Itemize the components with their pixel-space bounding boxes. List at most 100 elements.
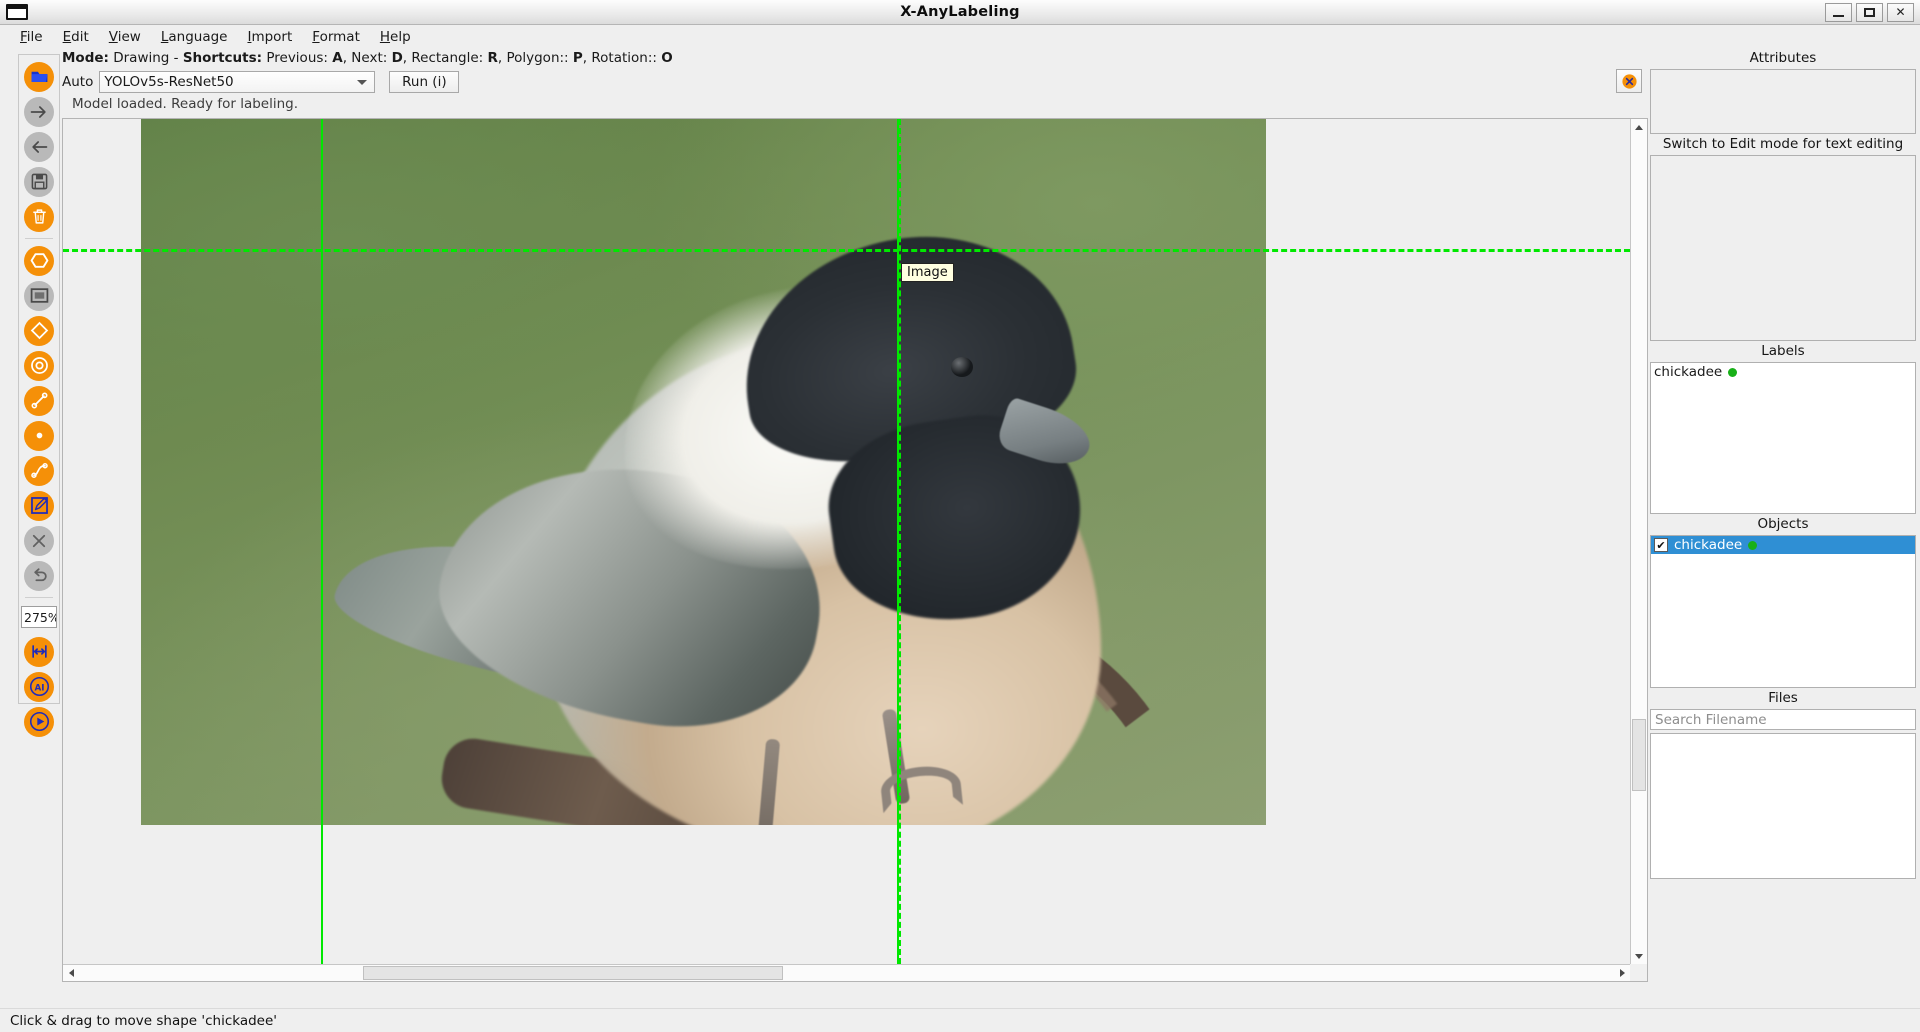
shortcut-key-poly: P bbox=[572, 50, 583, 66]
label-name: chickadee bbox=[1654, 364, 1723, 380]
menu-item-edit[interactable]: Edit bbox=[53, 26, 99, 48]
svg-text:AI: AI bbox=[34, 683, 44, 693]
shortcuts-key: Shortcuts: bbox=[182, 50, 263, 66]
shape-edge-left[interactable] bbox=[321, 119, 323, 964]
rectangle-icon[interactable] bbox=[24, 280, 54, 311]
edit-shape-icon[interactable] bbox=[24, 490, 54, 521]
vertical-scroll-thumb[interactable] bbox=[1632, 719, 1646, 791]
linestrip-icon[interactable] bbox=[24, 455, 54, 486]
canvas-container[interactable]: Image bbox=[62, 118, 1648, 982]
minimize-button[interactable] bbox=[1825, 2, 1852, 22]
run-icon[interactable] bbox=[24, 706, 54, 737]
right-panel: Attributes Switch to Edit mode for text … bbox=[1650, 48, 1916, 1006]
delete-icon[interactable] bbox=[24, 201, 54, 232]
fit-width-icon[interactable] bbox=[24, 636, 54, 667]
model-select-value: YOLOv5s-ResNet50 bbox=[104, 74, 234, 90]
shortcut-key-prev: A bbox=[332, 50, 343, 66]
cancel-icon[interactable] bbox=[24, 525, 54, 556]
maximize-button[interactable] bbox=[1856, 2, 1883, 22]
edit-mode-hint: Switch to Edit mode for text editing bbox=[1662, 136, 1904, 152]
shortcut-key-next: D bbox=[391, 50, 403, 66]
menu-item-file[interactable]: File bbox=[10, 26, 53, 48]
scroll-right-arrow[interactable] bbox=[1614, 965, 1630, 981]
crosshair-vertical bbox=[898, 119, 901, 964]
stop-button[interactable] bbox=[1616, 69, 1642, 93]
image-canvas[interactable] bbox=[141, 119, 1266, 825]
table-row[interactable]: ✔ chickadee bbox=[1651, 536, 1915, 554]
shortcut-key-rot: O bbox=[661, 50, 673, 66]
status-bar: Click & drag to move shape 'chickadee' bbox=[0, 1008, 1920, 1032]
rotation-icon[interactable] bbox=[24, 315, 54, 346]
scroll-down-arrow[interactable] bbox=[1631, 948, 1647, 964]
mode-shortcuts-line: Mode: Drawing - Shortcuts: Previous: A, … bbox=[62, 50, 673, 69]
shortcuts-text: Previous: bbox=[262, 50, 333, 66]
menu-bar: File Edit View Language Import Format He… bbox=[0, 25, 1920, 48]
zoom-level-value: 275% bbox=[24, 609, 57, 625]
attributes-title: Attributes bbox=[1749, 50, 1817, 66]
run-button-label: Run (i) bbox=[402, 74, 447, 90]
scroll-up-arrow[interactable] bbox=[1631, 119, 1647, 135]
labels-list[interactable]: chickadee bbox=[1650, 362, 1916, 514]
search-placeholder: Search Filename bbox=[1655, 711, 1767, 728]
image-tooltip-label: Image bbox=[907, 265, 948, 280]
menu-item-view[interactable]: View bbox=[99, 26, 151, 48]
shortcut-sep-1: , Rectangle: bbox=[402, 50, 488, 66]
close-button[interactable]: ✕ bbox=[1887, 2, 1914, 22]
stop-icon bbox=[1621, 73, 1637, 89]
list-item[interactable]: chickadee bbox=[1651, 363, 1915, 381]
ai-icon[interactable]: AI bbox=[24, 671, 54, 702]
mode-value: Drawing - bbox=[108, 50, 183, 66]
toolbar-separator bbox=[25, 238, 53, 239]
model-select[interactable]: YOLOv5s-ResNet50 bbox=[99, 71, 376, 93]
object-name: chickadee bbox=[1674, 537, 1743, 553]
circle-icon[interactable] bbox=[24, 350, 54, 381]
objects-title: Objects bbox=[1757, 516, 1809, 532]
point-icon[interactable] bbox=[24, 420, 54, 451]
scrollbar-corner bbox=[1630, 964, 1647, 981]
label-color-dot bbox=[1728, 367, 1738, 377]
image-bird-eye bbox=[951, 357, 973, 377]
shortcut-sep-2: , Polygon:: bbox=[497, 50, 573, 66]
object-color-dot bbox=[1748, 540, 1758, 550]
status-bar-message: Click & drag to move shape 'chickadee' bbox=[10, 1012, 278, 1029]
files-list[interactable] bbox=[1650, 733, 1916, 879]
open-folder-icon[interactable] bbox=[24, 61, 54, 92]
polygon-icon[interactable] bbox=[24, 245, 54, 276]
shortcut-key-rect: R bbox=[487, 50, 498, 66]
scroll-left-arrow[interactable] bbox=[63, 965, 79, 981]
horizontal-scroll-thumb[interactable] bbox=[363, 966, 783, 980]
shortcut-sep-0: , Next: bbox=[342, 50, 392, 66]
chevron-down-icon bbox=[357, 79, 368, 85]
window-title: X-AnyLabeling bbox=[900, 4, 1020, 20]
mode-key: Mode: bbox=[62, 50, 109, 66]
auto-label: Auto bbox=[62, 74, 94, 90]
objects-list[interactable]: ✔ chickadee bbox=[1650, 535, 1916, 688]
menu-item-help[interactable]: Help bbox=[370, 26, 421, 48]
prev-image-icon[interactable] bbox=[24, 131, 54, 162]
canvas-viewport[interactable]: Image bbox=[63, 119, 1630, 964]
shortcut-sep-3: , Rotation:: bbox=[582, 50, 662, 66]
toolbar-separator-2 bbox=[25, 597, 53, 598]
zoom-level-input[interactable]: 275% bbox=[21, 606, 57, 628]
auto-labeling-bar: Auto YOLOv5s-ResNet50 Run (i) bbox=[62, 70, 460, 94]
left-toolbar: 275% AI bbox=[18, 54, 60, 737]
next-image-icon[interactable] bbox=[24, 96, 54, 127]
files-title: Files bbox=[1768, 690, 1798, 706]
undo-icon[interactable] bbox=[24, 560, 54, 591]
search-input[interactable]: Search Filename bbox=[1650, 709, 1916, 730]
menu-item-language[interactable]: Language bbox=[151, 26, 238, 48]
attributes-box[interactable] bbox=[1650, 69, 1916, 134]
save-icon[interactable] bbox=[24, 166, 54, 197]
menu-item-import[interactable]: Import bbox=[237, 26, 302, 48]
window-controls: ✕ bbox=[1825, 2, 1914, 22]
canvas-horizontal-scrollbar[interactable] bbox=[63, 964, 1630, 981]
canvas-vertical-scrollbar[interactable] bbox=[1630, 119, 1647, 964]
object-checkbox[interactable]: ✔ bbox=[1654, 538, 1668, 552]
line-icon[interactable] bbox=[24, 385, 54, 416]
crosshair-horizontal bbox=[63, 249, 1630, 252]
title-bar: X-AnyLabeling ✕ bbox=[0, 0, 1920, 25]
text-edit-box[interactable] bbox=[1650, 155, 1916, 341]
labels-title: Labels bbox=[1761, 343, 1805, 359]
run-button[interactable]: Run (i) bbox=[389, 71, 460, 93]
menu-item-format[interactable]: Format bbox=[302, 26, 370, 48]
